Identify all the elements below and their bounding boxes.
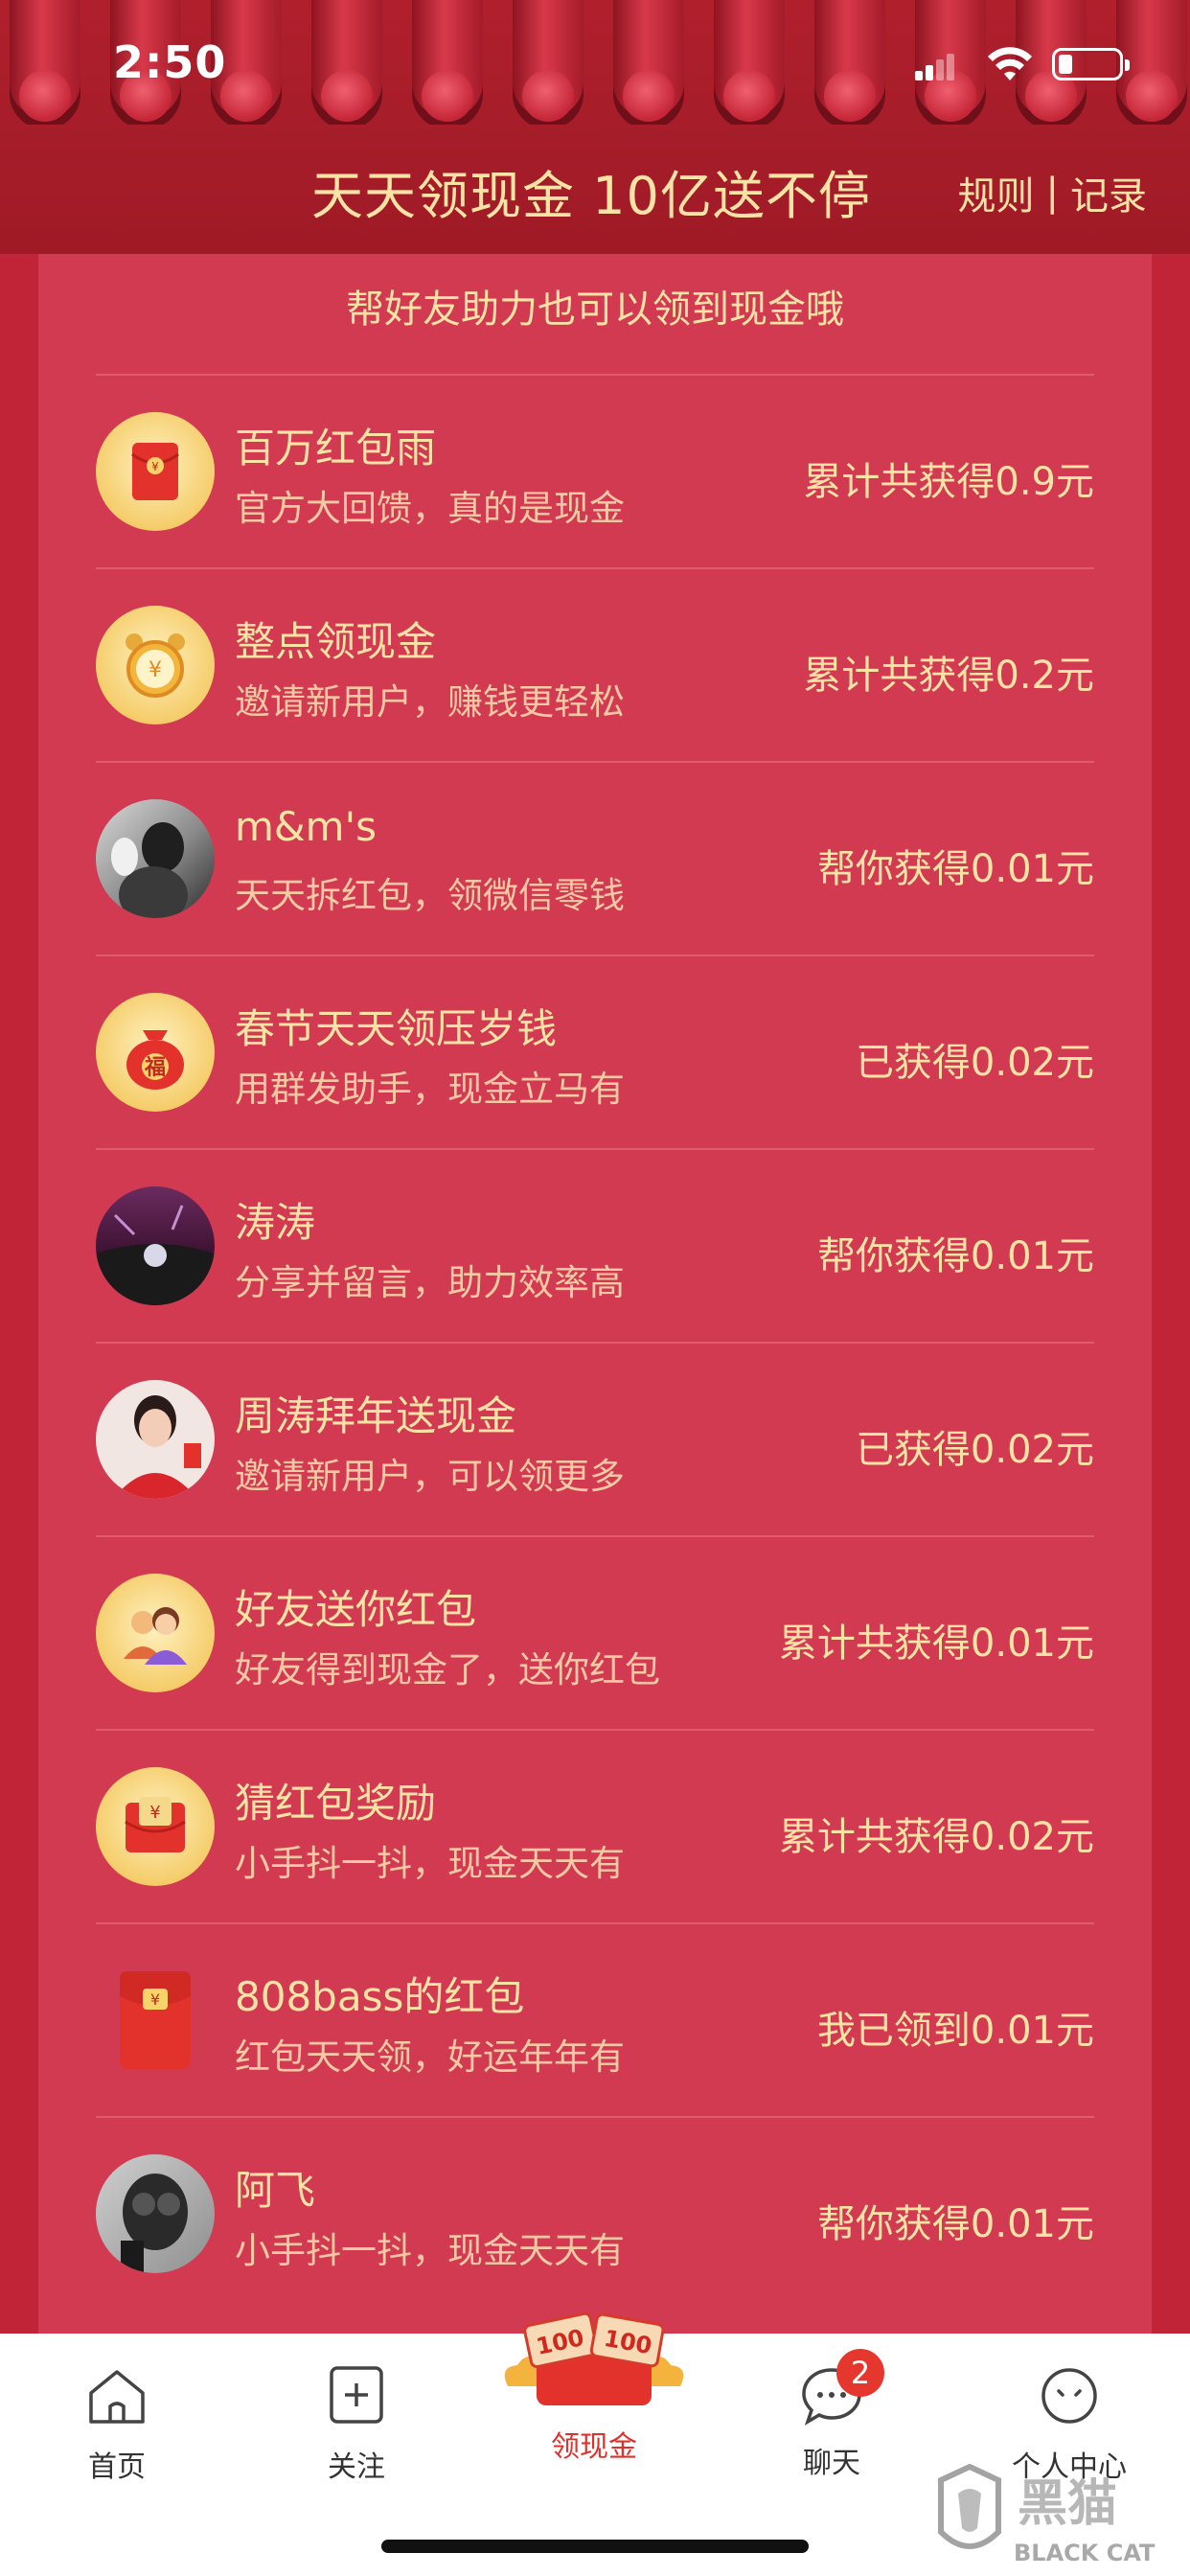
svg-text:¥: ¥ <box>150 1990 160 2009</box>
item-amount: 累计共获得0.2元 <box>803 654 1094 698</box>
tab-follow[interactable]: 关注 <box>270 2362 443 2485</box>
cellular-signal-icon <box>915 54 954 80</box>
red-packet-icon: ¥ <box>96 1961 215 2080</box>
battery-icon <box>1052 48 1130 80</box>
tab-home[interactable]: 首页 <box>31 2362 203 2485</box>
item-amount: 累计共获得0.02元 <box>778 1815 1094 1859</box>
list-item[interactable]: m&m's 天天拆红包，领微信零钱 帮你获得0.01元 <box>96 761 1094 954</box>
page-title: 天天领现金 10亿送不停 <box>311 166 871 226</box>
list-item[interactable]: 周涛拜年送现金 邀请新用户，可以领更多 已获得0.02元 <box>96 1342 1094 1535</box>
rules-link[interactable]: 规则 <box>958 165 1035 220</box>
tab-chat[interactable]: 2 聊天 <box>745 2349 918 2481</box>
item-subtitle: 好友得到现金了，送你红包 <box>235 1649 660 1690</box>
money-bag-label: 福 <box>144 1056 166 1080</box>
item-amount: 我已领到0.01元 <box>816 2009 1094 2053</box>
list-item[interactable]: ¥ 整点领现金 邀请新用户，赚钱更轻松 累计共获得0.2元 <box>96 567 1094 761</box>
blackcat-watermark-logo: 黑猫 BLACK CAT <box>938 2463 1156 2566</box>
item-subtitle: 用群发助手，现金立马有 <box>235 1069 625 1110</box>
profile-icon <box>1041 2368 1097 2424</box>
item-title: 百万红包雨 <box>235 425 437 472</box>
alarm-clock-icon: ¥ <box>96 606 215 724</box>
item-title: m&m's <box>235 803 378 850</box>
money-bag-icon: 福 <box>96 993 215 1112</box>
tab-follow-label: 关注 <box>328 2450 385 2484</box>
user-avatar <box>96 799 215 918</box>
item-amount: 帮你获得0.01元 <box>816 847 1094 891</box>
user-avatar <box>96 2154 215 2273</box>
item-subtitle: 邀请新用户，可以领更多 <box>235 1456 625 1497</box>
home-indicator <box>381 2540 809 2553</box>
list-item[interactable]: 阿飞 小手抖一抖，现金天天有 帮你获得0.01元 <box>96 2116 1094 2310</box>
item-subtitle: 官方大回馈，真的是现金 <box>235 488 625 529</box>
list-item[interactable]: ¥ 百万红包雨 官方大回馈，真的是现金 累计共获得0.9元 <box>96 374 1094 567</box>
left-border <box>0 254 38 2334</box>
svg-text:黑猫: 黑猫 <box>1018 2475 1117 2533</box>
records-link[interactable]: 记录 <box>1070 165 1147 220</box>
item-subtitle: 小手抖一抖，现金天天有 <box>235 1843 625 1884</box>
friends-icon <box>96 1574 215 1692</box>
item-amount: 帮你获得0.01元 <box>816 1234 1094 1278</box>
item-amount: 已获得0.02元 <box>855 1428 1094 1472</box>
item-subtitle: 分享并留言，助力效率高 <box>235 1262 625 1303</box>
wifi-icon <box>988 47 1032 80</box>
svg-text:¥: ¥ <box>149 1803 160 1823</box>
item-title: 春节天天领压岁钱 <box>235 1005 558 1052</box>
item-subtitle: 邀请新用户，赚钱更轻松 <box>235 681 625 723</box>
red-envelope-icon: ¥ <box>96 412 215 531</box>
red-envelope-icon: ¥ <box>96 1767 215 1886</box>
header-links: 规则 | 记录 <box>958 165 1147 220</box>
item-subtitle: 小手抖一抖，现金天天有 <box>235 2230 625 2271</box>
item-title: 周涛拜年送现金 <box>235 1392 517 1439</box>
item-subtitle: 天天拆红包，领微信零钱 <box>235 875 625 916</box>
item-title: 808bass的红包 <box>235 1973 525 2020</box>
item-title: 阿飞 <box>235 2167 316 2214</box>
list-item[interactable]: 好友送你红包 好友得到现金了，送你红包 累计共获得0.01元 <box>96 1535 1094 1729</box>
item-title: 整点领现金 <box>235 618 437 665</box>
svg-text:¥: ¥ <box>151 460 159 473</box>
user-avatar <box>96 1380 215 1499</box>
user-avatar <box>96 1186 215 1305</box>
list-item[interactable]: ¥ 808bass的红包 红包天天领，好运年年有 我已领到0.01元 <box>96 1922 1094 2116</box>
follow-icon <box>330 2366 383 2424</box>
tab-chat-label: 聊天 <box>803 2447 860 2480</box>
svg-text:¥: ¥ <box>149 658 162 682</box>
svg-text:BLACK CAT: BLACK CAT <box>1014 2540 1156 2566</box>
tab-cash[interactable]: 100 100 领现金 <box>489 2290 699 2465</box>
item-amount: 累计共获得0.01元 <box>778 1622 1094 1666</box>
panel-subtitle: 帮好友助力也可以领到现金哦 <box>346 288 844 332</box>
list-item[interactable]: 涛涛 分享并留言，助力效率高 帮你获得0.01元 <box>96 1148 1094 1342</box>
list-item[interactable]: ¥ 猜红包奖励 小手抖一抖，现金天天有 累计共获得0.02元 <box>96 1729 1094 1922</box>
item-amount: 已获得0.02元 <box>855 1041 1094 1085</box>
item-subtitle: 红包天天领，好运年年有 <box>235 2036 625 2078</box>
chat-unread-badge: 2 <box>836 2349 884 2397</box>
status-bar: 2:50 <box>0 0 1190 125</box>
tab-cash-label: 领现金 <box>551 2430 637 2464</box>
list-item[interactable]: 福 春节天天领压岁钱 用群发助手，现金立马有 已获得0.02元 <box>96 954 1094 1148</box>
item-amount: 帮你获得0.01元 <box>816 2202 1094 2246</box>
item-title: 好友送你红包 <box>235 1586 477 1633</box>
cash-banner-icon: 100 100 <box>504 2312 684 2405</box>
right-border <box>1152 254 1190 2334</box>
item-title: 猜红包奖励 <box>235 1780 437 1827</box>
item-amount: 累计共获得0.9元 <box>803 460 1094 504</box>
link-separator: | <box>1045 171 1059 215</box>
tab-home-label: 首页 <box>88 2450 146 2484</box>
rewards-list: ¥ 百万红包雨 官方大回馈，真的是现金 累计共获得0.9元 ¥ 整点领现金 邀请… <box>96 374 1094 2310</box>
home-icon <box>89 2370 145 2424</box>
status-time: 2:50 <box>113 36 227 88</box>
item-title: 涛涛 <box>235 1199 316 1246</box>
